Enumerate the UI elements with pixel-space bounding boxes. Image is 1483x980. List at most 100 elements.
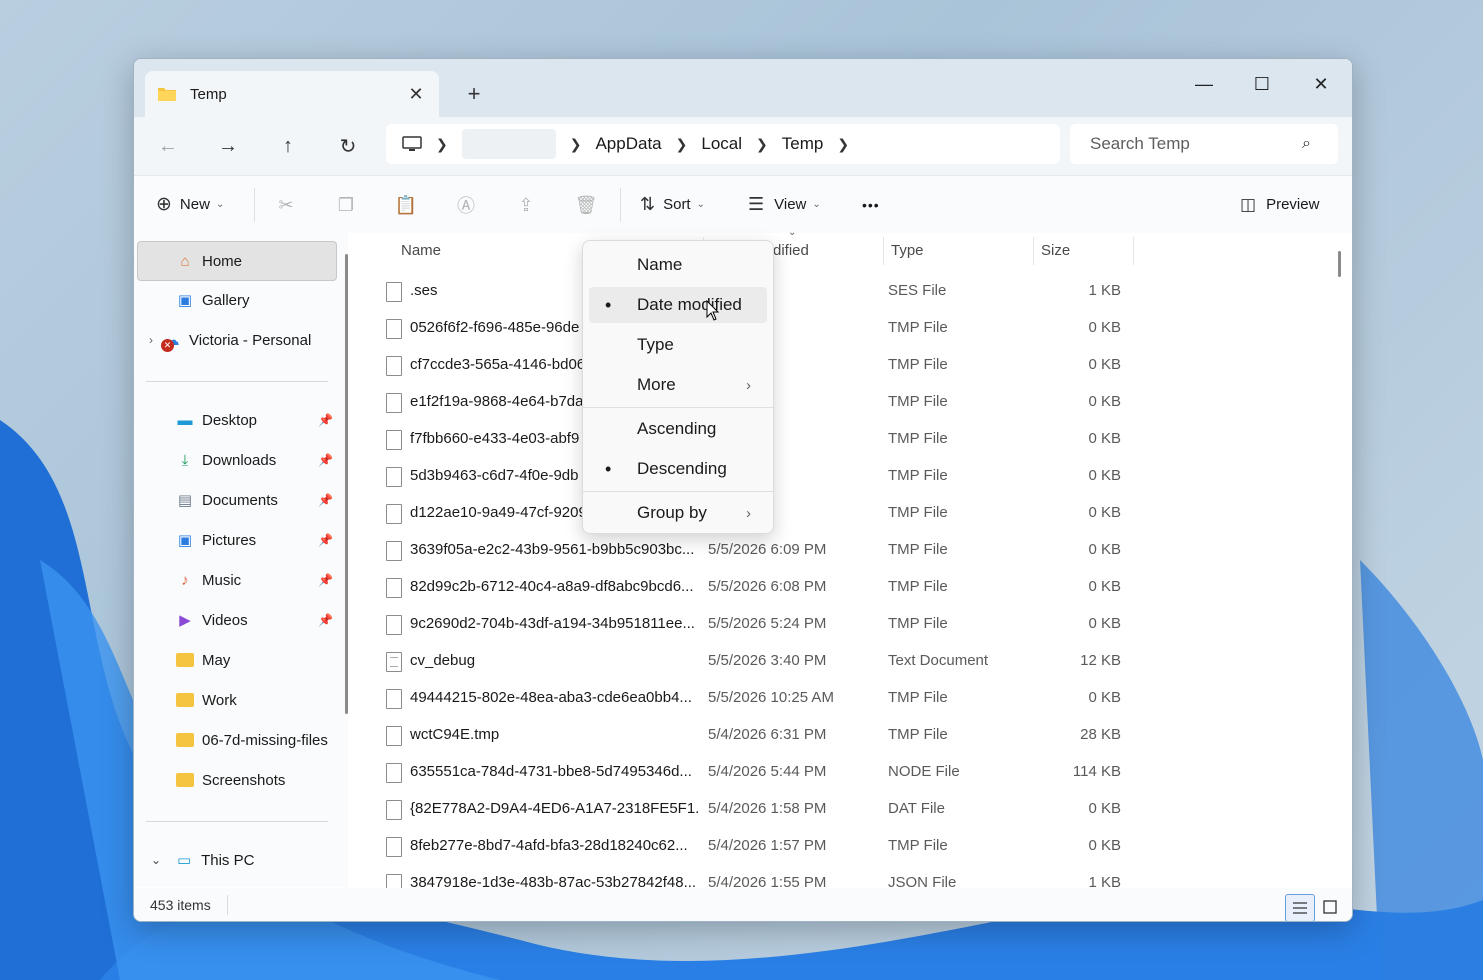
breadcrumb-temp[interactable]: Temp (782, 134, 824, 154)
sort-by-type-item[interactable]: Type (589, 327, 767, 363)
breadcrumb-local[interactable]: Local (701, 134, 742, 154)
chevron-right-icon[interactable]: ❯ (837, 136, 849, 153)
details-view-icon[interactable] (1285, 894, 1315, 921)
chevron-down-icon: ⌄ (215, 199, 225, 210)
breadcrumb-appdata[interactable]: AppData (595, 134, 661, 154)
maximize-button[interactable]: ☐ (1233, 69, 1291, 99)
redacted-path-segment[interactable] (461, 129, 556, 159)
sort-by-name-item[interactable]: Name (589, 247, 767, 283)
pin-icon[interactable]: 📌 (318, 573, 333, 587)
menu-item-label: More (637, 375, 676, 394)
sidebar-item-music[interactable]: ♪ Music 📌 (137, 561, 335, 599)
preview-pane-button[interactable]: ◫ Preview (1240, 176, 1319, 233)
file-type: TMP File (888, 504, 948, 521)
sidebar-item-home[interactable]: ⌂ Home (137, 241, 337, 281)
back-arrow-icon[interactable]: ← (153, 133, 183, 159)
chevron-right-icon[interactable]: ❯ (676, 136, 688, 153)
sidebar-item-videos[interactable]: ▶ Videos 📌 (137, 601, 335, 639)
table-row[interactable]: 3639f05a-e2c2-43b9-9561-b9bb5c903bc... 5/… (386, 532, 1136, 569)
divider (146, 381, 328, 382)
table-row[interactable]: wctC94E.tmp 5/4/2026 6:31 PM TMP File 28 KB (386, 717, 1136, 754)
sort-label: Sort (663, 196, 691, 213)
onedrive-cloud-icon: ☁✕ (161, 331, 183, 352)
table-row[interactable]: 635551ca-784d-4731-bbe8-5d7495346d... 5/4… (386, 754, 1136, 791)
divider (146, 821, 328, 822)
pin-icon[interactable]: 📌 (318, 613, 333, 627)
file-list-scrollbar[interactable] (1338, 251, 1341, 277)
view-button[interactable]: ☰ View ⌄ (748, 176, 821, 233)
delete-icon[interactable]: 🗑 (574, 194, 598, 216)
column-header-date-modified[interactable]: dified (773, 233, 809, 267)
sort-by-date-modified-item[interactable]: • Date modified (589, 287, 767, 323)
table-row[interactable]: 82d99c2b-6712-40c4-a8a9-df8abc9bcd6... 5/… (386, 569, 1136, 606)
file-icon (386, 726, 402, 746)
sort-button[interactable]: ⇅ Sort ⌄ (640, 176, 705, 233)
paste-icon[interactable]: 📋 (394, 194, 418, 216)
sidebar-item-screenshots[interactable]: Screenshots (137, 761, 335, 799)
minimize-button[interactable]: — (1175, 69, 1233, 99)
table-row[interactable]: 8feb277e-8bd7-4afd-bfa3-28d18240c62... 5/… (386, 828, 1136, 865)
column-header-type[interactable]: Type (891, 233, 924, 267)
column-divider[interactable] (1133, 237, 1134, 265)
chevron-right-icon[interactable]: ❯ (756, 136, 768, 153)
search-input[interactable] (1088, 133, 1302, 155)
file-date: 5/4/2026 1:58 PM (708, 800, 827, 817)
column-divider[interactable] (883, 237, 884, 265)
sort-more-item[interactable]: More › (589, 367, 767, 403)
forward-arrow-icon[interactable]: → (213, 133, 243, 159)
table-row[interactable]: cv_debug 5/5/2026 3:40 PM Text Document 12 … (386, 643, 1136, 680)
sidebar-item-this-pc[interactable]: ⌄ ▭ This PC (137, 841, 335, 879)
folder-icon (174, 771, 196, 789)
share-icon[interactable]: ⇪ (514, 194, 538, 216)
chevron-right-icon[interactable]: ❯ (570, 136, 582, 153)
sort-descending-item[interactable]: • Descending (589, 451, 767, 487)
copy-icon[interactable]: ❐ (334, 194, 358, 216)
sidebar-item-label: Home (202, 252, 243, 270)
sidebar-item-pictures[interactable]: ▣ Pictures 📌 (137, 521, 335, 559)
sort-menu: Name • Date modified Type More › Ascendi… (582, 240, 774, 534)
sidebar-item-onedrive[interactable]: › ☁✕ Victoria - Personal (137, 321, 335, 359)
file-icon (386, 837, 402, 857)
column-header-name[interactable]: Name (401, 233, 441, 267)
file-size: 0 KB (1088, 578, 1121, 595)
chevron-right-icon[interactable]: ❯ (436, 136, 448, 153)
up-arrow-icon[interactable]: ↑ (273, 133, 303, 159)
sidebar-item-documents[interactable]: ▤ Documents 📌 (137, 481, 335, 519)
tab-temp[interactable]: Temp ✕ (145, 71, 439, 117)
sidebar-item-may[interactable]: May (137, 641, 335, 679)
sidebar-item-missing-files[interactable]: 06-7d-missing-files (137, 721, 335, 759)
sidebar-item-desktop[interactable]: ▬ Desktop 📌 (137, 401, 335, 439)
chevron-right-icon[interactable]: › (149, 333, 153, 347)
table-row[interactable]: 9c2690d2-704b-43df-a194-34b951811ee... 5/… (386, 606, 1136, 643)
table-row[interactable]: 49444215-802e-48ea-aba3-cde6ea0bb4... 5/5… (386, 680, 1136, 717)
rename-icon[interactable]: Ⓐ (454, 194, 478, 216)
pin-icon[interactable]: 📌 (318, 413, 333, 427)
address-bar[interactable]: ❯ ❯ AppData ❯ Local ❯ Temp ❯ (386, 124, 1060, 164)
file-date: 5/5/2026 6:09 PM (708, 541, 827, 558)
search-icon[interactable]: ⌕ (1302, 135, 1311, 153)
file-icon (386, 541, 402, 561)
file-icon (386, 763, 402, 783)
close-tab-icon[interactable]: ✕ (401, 84, 431, 105)
sort-ascending-item[interactable]: Ascending (589, 411, 767, 447)
search-box[interactable]: ⌕ (1070, 124, 1338, 164)
table-row[interactable]: {82E778A2-D9A4-4ED6-A1A7-2318FE5F1... 5/4… (386, 791, 1136, 828)
close-window-button[interactable]: ✕ (1292, 69, 1350, 99)
refresh-icon[interactable]: ↻ (333, 133, 363, 159)
large-icons-view-icon[interactable] (1316, 894, 1344, 920)
sidebar-item-gallery[interactable]: ▣ Gallery (137, 281, 335, 319)
new-button[interactable]: ⊕ New ⌄ (156, 176, 224, 233)
more-options-button[interactable]: ••• (862, 176, 880, 233)
column-divider[interactable] (1033, 237, 1034, 265)
group-by-item[interactable]: Group by › (589, 495, 767, 531)
pin-icon[interactable]: 📌 (318, 453, 333, 467)
sidebar-item-work[interactable]: Work (137, 681, 335, 719)
pin-icon[interactable]: 📌 (318, 533, 333, 547)
file-name: 49444215-802e-48ea-aba3-cde6ea0bb4... (410, 689, 692, 706)
column-header-size[interactable]: Size (1041, 233, 1070, 267)
new-tab-button[interactable]: + (459, 81, 489, 107)
cut-icon[interactable]: ✂ (274, 194, 298, 216)
chevron-down-icon[interactable]: ⌄ (151, 853, 161, 867)
pin-icon[interactable]: 📌 (318, 493, 333, 507)
sidebar-item-downloads[interactable]: ⤓ Downloads 📌 (137, 441, 335, 479)
